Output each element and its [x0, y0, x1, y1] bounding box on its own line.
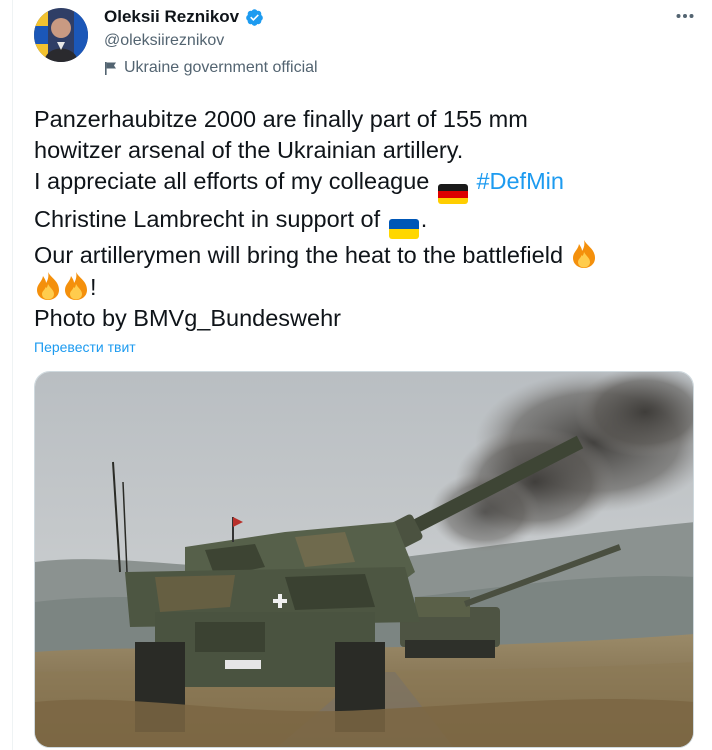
government-label-text: Ukraine government official	[124, 59, 318, 76]
tweet-line: Panzerhaubitze 2000 are finally part of …	[34, 106, 528, 132]
government-label: Ukraine government official	[104, 59, 318, 77]
government-flag-icon	[105, 61, 116, 75]
tweet-line: howitzer arsenal of the Ukrainian artill…	[34, 137, 464, 163]
tweet-line: I appreciate all efforts of my colleague…	[34, 166, 704, 205]
tweet-line: Christine Lambrecht in support of .	[34, 204, 704, 240]
author-name-row: Oleksii Reznikov	[104, 7, 264, 27]
tweet-line: !	[34, 271, 704, 303]
howitzer-photo	[35, 372, 693, 747]
ukraine-flag-emoji	[388, 219, 419, 240]
tweet-line-text: Christine Lambrecht in support of	[34, 206, 381, 233]
translate-tweet-link[interactable]: Перевести твит	[34, 339, 136, 355]
hashtag-link[interactable]: #DefMin	[476, 168, 564, 194]
more-icon	[676, 14, 694, 18]
avatar[interactable]	[34, 8, 88, 62]
fire-emoji	[37, 272, 59, 301]
tweet-line: Photo by BMVg_Bundeswehr	[34, 305, 341, 332]
fire-emoji	[65, 272, 87, 301]
tweet-photo[interactable]	[34, 371, 694, 748]
tweet-line: Our artillerymen will bring the heat to …	[34, 239, 704, 271]
tweet-text: Panzerhaubitze 2000 are finally part of …	[34, 104, 704, 334]
tweet-line-text: .	[420, 206, 428, 233]
germany-flag-emoji	[437, 184, 468, 205]
fire-emoji	[572, 240, 595, 269]
tweet-line-text: I appreciate all efforts of my colleague	[34, 168, 430, 194]
more-button[interactable]	[670, 4, 700, 28]
author-name[interactable]: Oleksii Reznikov	[104, 7, 239, 27]
tweet-line-text: Our artillerymen will bring the heat to …	[34, 242, 564, 269]
tweet-line-text: !	[90, 274, 97, 301]
verified-badge-icon	[246, 8, 263, 26]
author-handle[interactable]: @oleksiireznikov	[104, 32, 224, 50]
